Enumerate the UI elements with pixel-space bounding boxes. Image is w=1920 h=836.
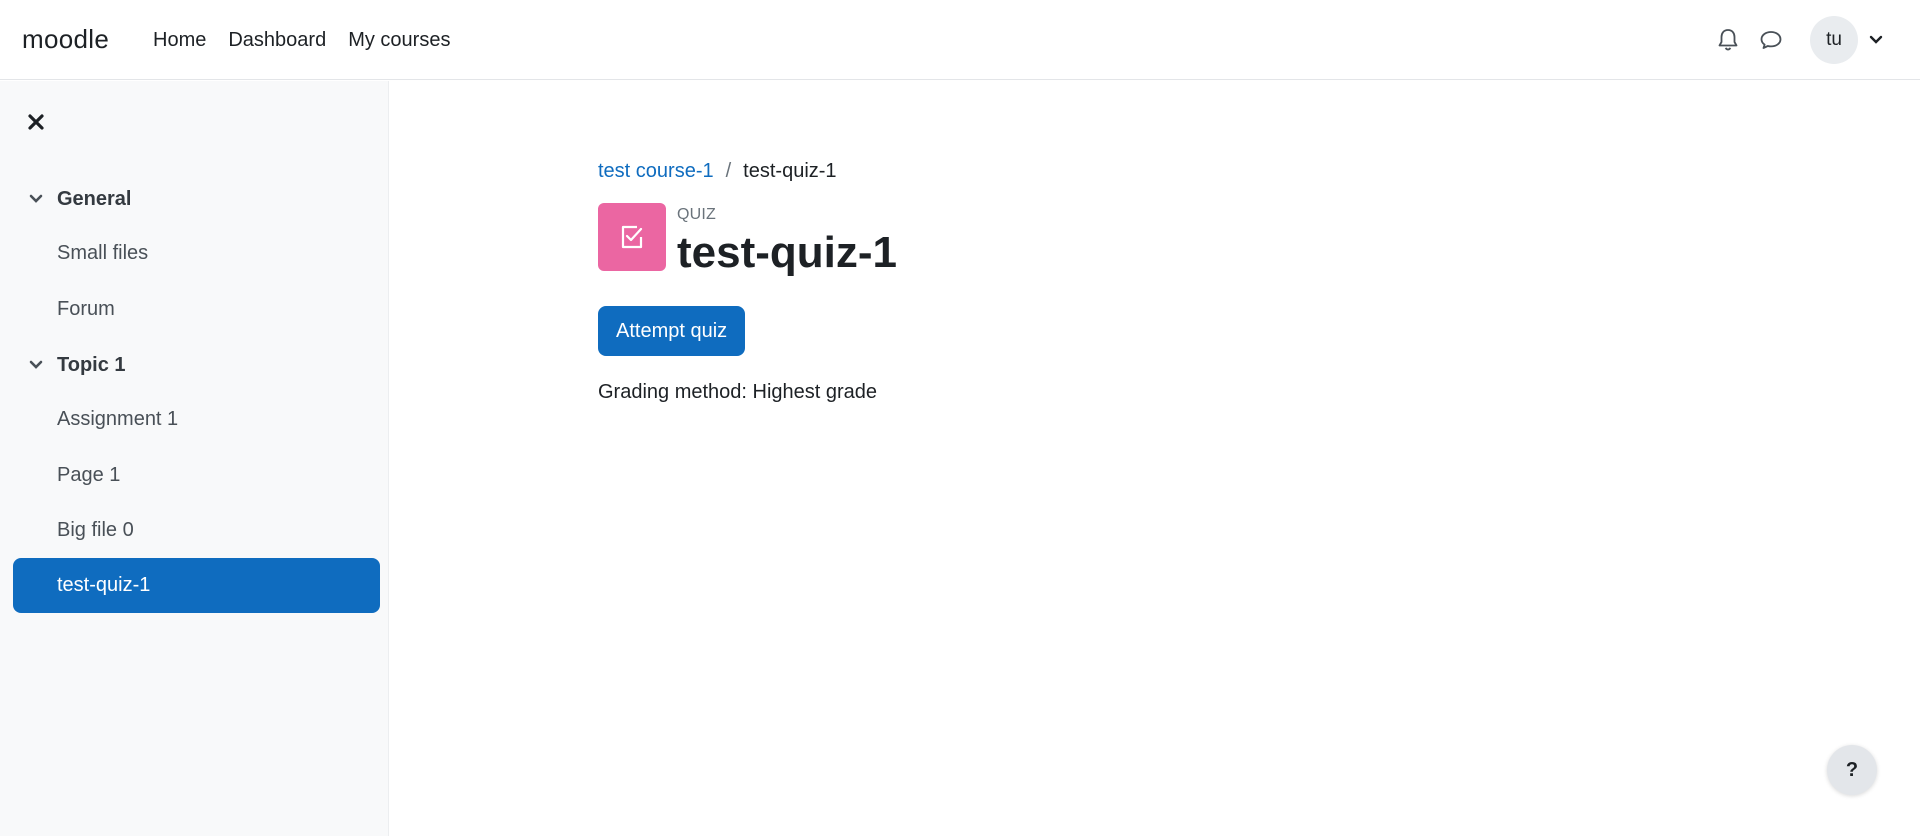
primary-navigation: Home Dashboard My courses (142, 24, 461, 56)
user-avatar[interactable]: tu (1810, 16, 1858, 64)
activity-purpose-label: QUIZ (677, 206, 717, 223)
top-navbar: moodle Home Dashboard My courses (0, 0, 1920, 80)
section-toggle-general[interactable]: General (24, 183, 131, 215)
quiz-checkbox-icon (621, 225, 643, 249)
user-menu-toggle[interactable] (1866, 30, 1886, 50)
course-index-item-assignment-1[interactable]: Assignment 1 (13, 392, 380, 447)
attempt-quiz-button[interactable]: Attempt quiz (598, 306, 746, 356)
grading-method-info: Grading method: Highest grade (598, 381, 878, 403)
course-index-item-test-quiz-1[interactable]: test-quiz-1 (13, 558, 380, 613)
activity-icon-container (598, 203, 666, 271)
breadcrumb-current: test-quiz-1 (743, 160, 837, 182)
course-index-item-page-1[interactable]: Page 1 (13, 448, 380, 503)
nav-my-courses[interactable]: My courses (337, 24, 461, 56)
bell-icon (1718, 29, 1738, 51)
chat-bubble-icon (1760, 31, 1782, 49)
breadcrumb-separator: / (725, 160, 732, 182)
chevron-down-icon (1869, 35, 1883, 44)
breadcrumb: test course-1 / test-quiz-1 (598, 160, 837, 183)
help-button[interactable]: ? (1827, 745, 1877, 795)
chevron-down-icon (24, 187, 48, 211)
nav-home[interactable]: Home (142, 24, 217, 56)
course-index-item-forum[interactable]: Forum (13, 282, 380, 337)
section-toggle-topic-1[interactable]: Topic 1 (24, 349, 126, 381)
page-title: test-quiz-1 (677, 228, 897, 277)
section-title[interactable]: General (57, 188, 131, 211)
close-icon (28, 114, 44, 130)
course-index-item-small-files[interactable]: Small files (13, 226, 380, 281)
course-index-item-big-file-0[interactable]: Big file 0 (13, 503, 380, 558)
section-title[interactable]: Topic 1 (57, 354, 126, 377)
chevron-down-icon (24, 353, 48, 377)
messages-button[interactable] (1755, 24, 1787, 56)
nav-dashboard[interactable]: Dashboard (217, 24, 337, 56)
breadcrumb-course-link[interactable]: test course-1 (598, 160, 714, 183)
notifications-button[interactable] (1712, 24, 1744, 56)
site-logo[interactable]: moodle (22, 24, 109, 55)
close-drawer-button[interactable] (22, 108, 50, 136)
